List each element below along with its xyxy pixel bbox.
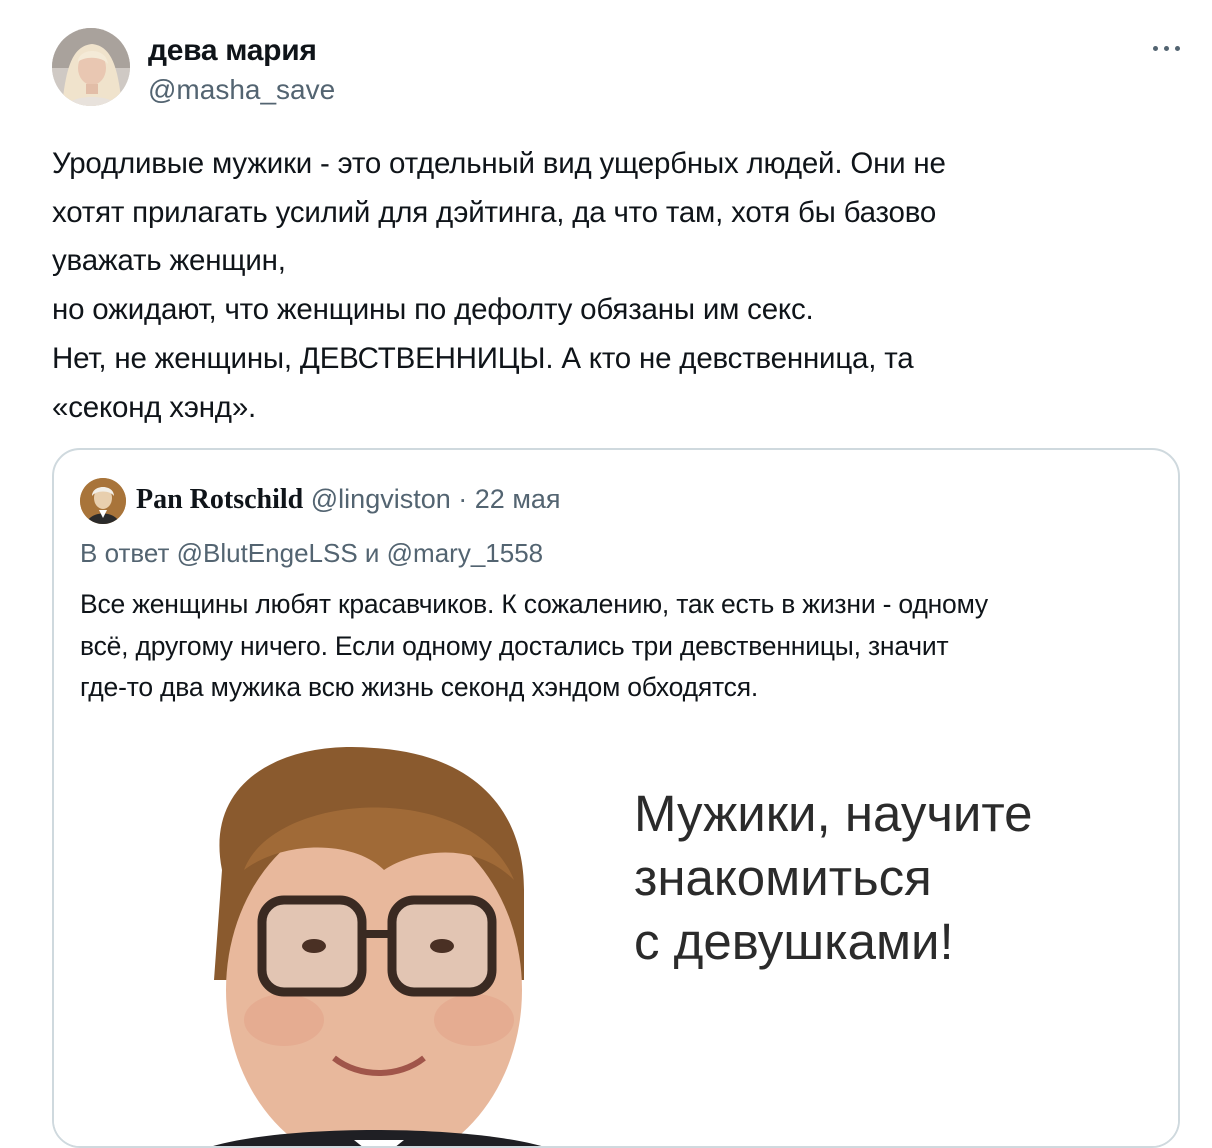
- quoted-author-photo: [80, 478, 126, 524]
- quoted-tweet-text: Все женщины любят красавчиков. К сожален…: [80, 589, 988, 702]
- quoted-author-display-name[interactable]: Pan Rotschild: [136, 484, 303, 515]
- author-photo: [52, 28, 130, 106]
- quoted-tweet-image[interactable]: Мужики, научите знакомиться с девушками!: [54, 720, 1178, 1146]
- tweet-text: Уродливые мужики - это отдельный вид уще…: [52, 147, 946, 424]
- author-avatar[interactable]: [52, 28, 130, 106]
- quoted-tweet-card[interactable]: Pan Rotschild @lingviston · 22 мая В отв…: [52, 448, 1180, 1148]
- quoted-author-handle[interactable]: @lingviston: [311, 484, 451, 514]
- reply-to-line: В ответ @BlutEngeLSS и @mary_1558: [80, 538, 544, 568]
- quoted-tweet-header: Pan Rotschild @lingviston · 22 мая: [136, 484, 561, 516]
- meme-caption: Мужики, научите знакомиться с девушками!: [634, 785, 1033, 970]
- more-options-icon[interactable]: [1150, 28, 1184, 68]
- header-separator: ·: [458, 484, 468, 514]
- author-handle[interactable]: @masha_save: [148, 74, 335, 106]
- quoted-author-avatar: [80, 478, 126, 524]
- author-display-name[interactable]: дева мария: [148, 34, 317, 68]
- quoted-tweet-date[interactable]: 22 мая: [475, 484, 561, 514]
